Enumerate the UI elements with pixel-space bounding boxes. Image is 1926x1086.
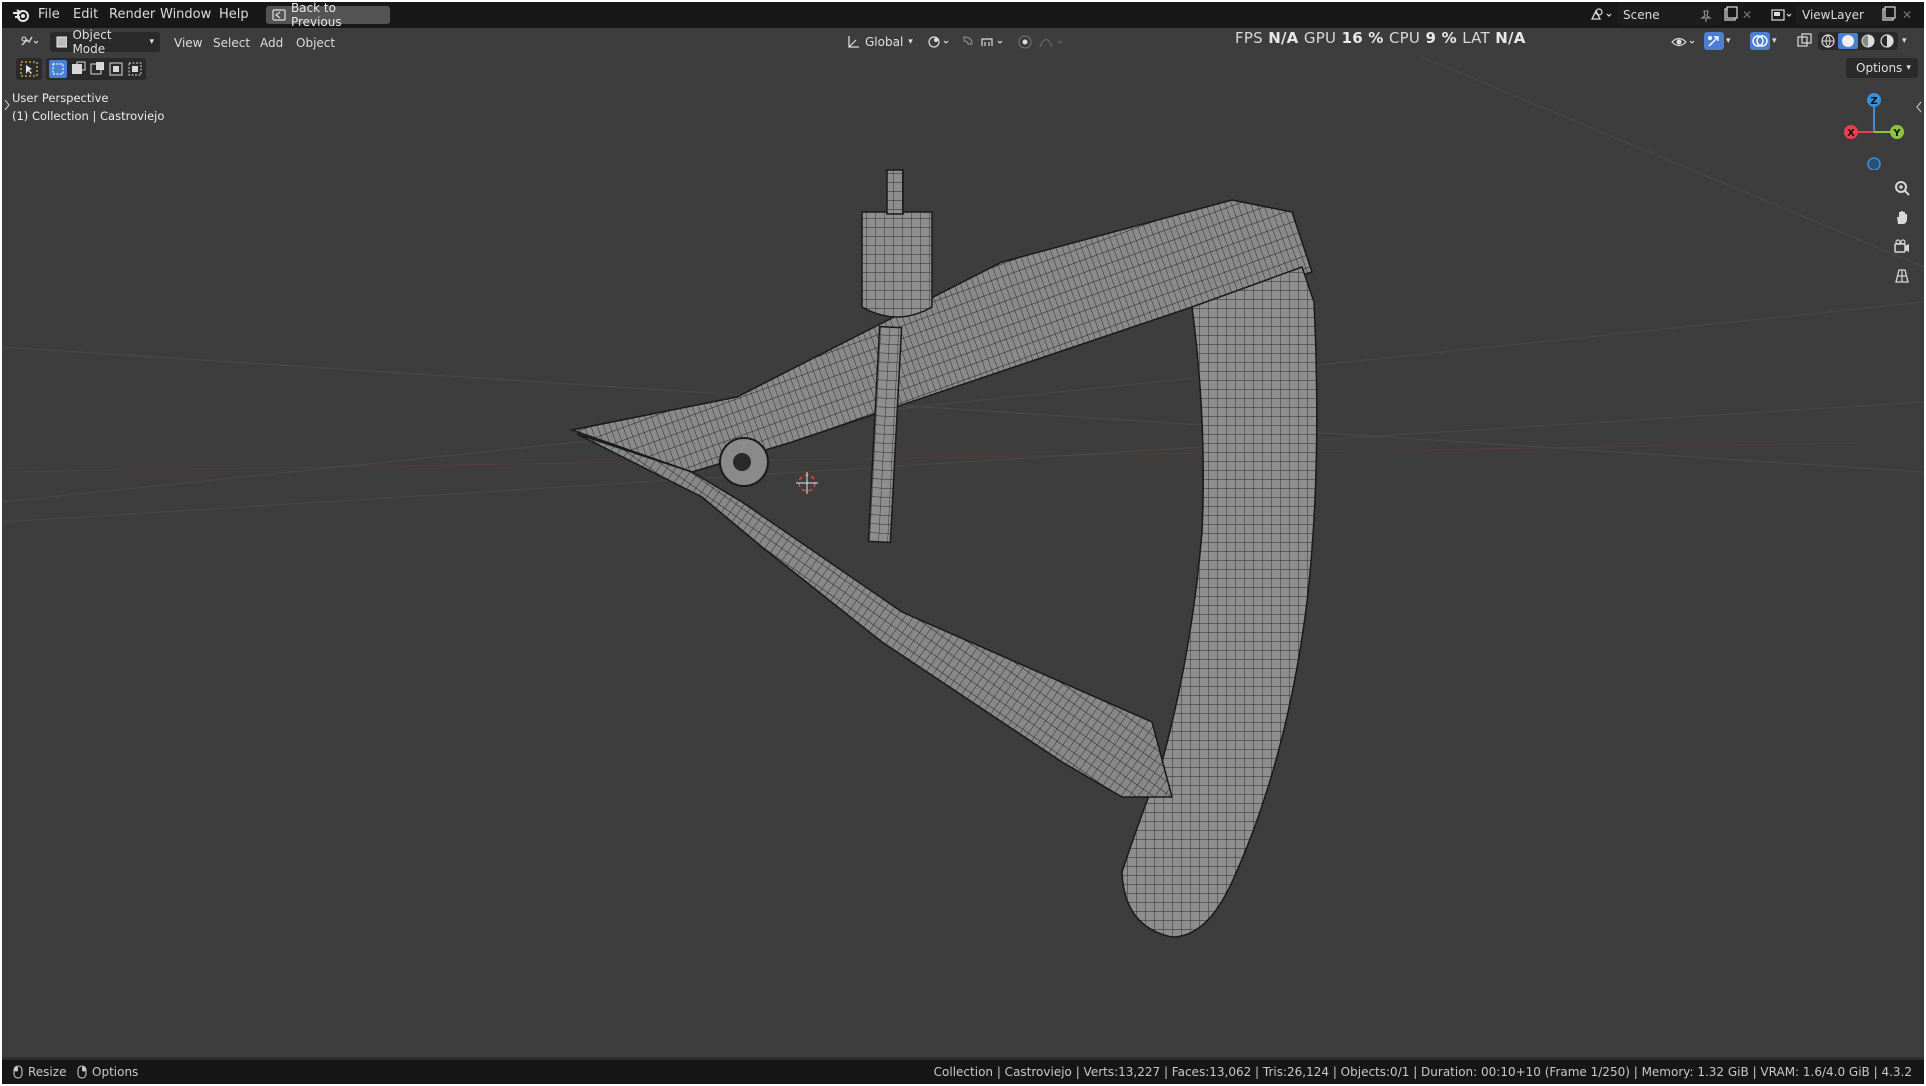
close-icon[interactable]: ✕ [1902, 8, 1912, 22]
blender-logo-icon[interactable] [12, 7, 30, 27]
pin-icon[interactable] [1699, 8, 1713, 27]
transform-orientation-dropdown[interactable]: Global ▾ [840, 32, 920, 52]
back-to-previous-label: Back to Previous [290, 2, 342, 29]
gizmo-icon[interactable] [1704, 32, 1724, 50]
editor-type-icon[interactable] [14, 32, 44, 52]
chevron-down-icon: ▾ [908, 37, 913, 47]
view-perspective-label: User Perspective [12, 91, 109, 105]
x-axis-line [2, 441, 1924, 473]
object-mode-dropdown[interactable]: Object Mode ▾ [50, 28, 160, 56]
object-mode-icon [56, 36, 68, 48]
view-layer-name: ViewLayer [1802, 8, 1864, 22]
gizmo-y-label: Y [1892, 128, 1901, 139]
select-tool-button[interactable] [16, 58, 42, 80]
scene-name: Scene [1623, 8, 1660, 22]
back-icon [272, 9, 286, 21]
snap-icon[interactable] [960, 34, 1010, 54]
camera-icon[interactable] [1888, 233, 1916, 261]
menu-edit[interactable]: Edit [73, 7, 98, 22]
fps-label: FPS [1235, 29, 1263, 47]
menu-select[interactable]: Select [213, 36, 250, 50]
fps-value: N/A [1268, 29, 1299, 47]
menu-view[interactable]: View [174, 36, 202, 50]
gizmo-z-label: Z [1870, 96, 1877, 107]
select-box-icon [20, 61, 38, 77]
selection-mode-group[interactable] [46, 58, 146, 80]
menu-window[interactable]: Window [160, 7, 211, 22]
3d-viewport[interactable]: User Perspective (1) Collection | Castro… [2, 2, 1924, 1057]
shading-mode-group[interactable] [1818, 32, 1898, 50]
options-label: Options [1856, 61, 1903, 75]
menu-object[interactable]: Object [296, 36, 335, 50]
mode-set-icon [49, 60, 67, 78]
scene-icon[interactable] [1590, 7, 1614, 27]
zoom-icon[interactable] [1888, 174, 1916, 202]
knob-stem [886, 169, 904, 215]
gpu-value: 16 % [1341, 29, 1384, 47]
status-resize: Resize [12, 1065, 66, 1079]
xray-icon[interactable] [1796, 33, 1814, 53]
pan-icon[interactable] [1888, 203, 1916, 231]
chevron-down-icon: ▾ [1906, 63, 1911, 73]
overlay-icon[interactable] [1750, 32, 1770, 50]
transform-orientation-icon [848, 36, 859, 48]
lat-value: N/A [1495, 29, 1526, 47]
y-axis-line [2, 401, 1924, 523]
castroviejo-caliper-model [569, 169, 1318, 938]
top-menu-bar: File Edit Render Window Help Back to Pre… [2, 2, 1924, 29]
performance-stats: FPS N/A GPU 16 % CPU 9 % LAT N/A [1235, 29, 1526, 47]
gizmo-neg-z-axis [1867, 157, 1881, 170]
pivot-icon[interactable] [926, 34, 954, 54]
menu-render[interactable]: Render [109, 7, 155, 22]
object-mode-label: Object Mode [72, 28, 112, 56]
status-options-label: Options [92, 1065, 139, 1079]
status-bar: Resize Options Collection | Castroviejo … [2, 1059, 1924, 1084]
back-to-previous-button[interactable]: Back to Previous [266, 2, 390, 29]
sidebar-toggle[interactable] [1916, 98, 1922, 113]
blender-window: User Perspective (1) Collection | Castro… [2, 2, 1924, 1084]
proportional-icon[interactable] [1016, 34, 1066, 54]
new-scene-icon[interactable] [1722, 6, 1738, 26]
mouse-icon [13, 1065, 23, 1079]
scene-statistics: Collection | Castroviejo | Verts:13,227 … [933, 1065, 1912, 1079]
chevron-down-icon[interactable]: ▾ [1902, 36, 1907, 46]
chevron-down-icon[interactable]: ▾ [1726, 36, 1731, 46]
viewport-scene [2, 56, 1924, 938]
gpu-label: GPU [1303, 29, 1337, 47]
cpu-label: CPU [1388, 29, 1421, 47]
gizmo-x-label: X [1847, 128, 1855, 139]
collection-info-label: (1) Collection | Castroviejo [12, 109, 165, 123]
menu-add[interactable]: Add [260, 36, 283, 50]
3d-cursor-icon [796, 472, 818, 494]
orientation-label: Global [865, 35, 904, 49]
view-layer-field[interactable]: ViewLayer [1796, 5, 1888, 25]
adjust-knob [861, 211, 933, 318]
lat-label: LAT [1462, 29, 1490, 47]
menu-file[interactable]: File [38, 7, 60, 22]
viewport-header: Object Mode ▾ View Select Add Object Glo… [2, 28, 1924, 56]
solid-shading-icon [1842, 35, 1854, 47]
close-icon[interactable]: ✕ [1742, 8, 1752, 22]
cpu-value: 9 % [1425, 29, 1457, 47]
visibility-icon[interactable] [1670, 34, 1698, 54]
menu-help[interactable]: Help [219, 7, 249, 22]
viewlayer-icon[interactable] [1770, 7, 1794, 27]
grid-icon[interactable] [1888, 262, 1916, 290]
mouse-icon [77, 1065, 87, 1079]
navigation-gizmo[interactable]: Z X Y [1838, 90, 1908, 170]
chevron-down-icon[interactable]: ▾ [1772, 36, 1777, 46]
viewport-options-button[interactable]: Options ▾ [1846, 58, 1918, 78]
new-view-layer-icon[interactable] [1880, 6, 1896, 26]
toolbar-toggle[interactable] [4, 96, 10, 111]
chevron-down-icon: ▾ [149, 37, 154, 47]
status-options: Options [76, 1065, 138, 1079]
status-resize-label: Resize [28, 1065, 67, 1079]
arc-scale [1121, 266, 1318, 938]
pivot-hole [733, 453, 751, 471]
